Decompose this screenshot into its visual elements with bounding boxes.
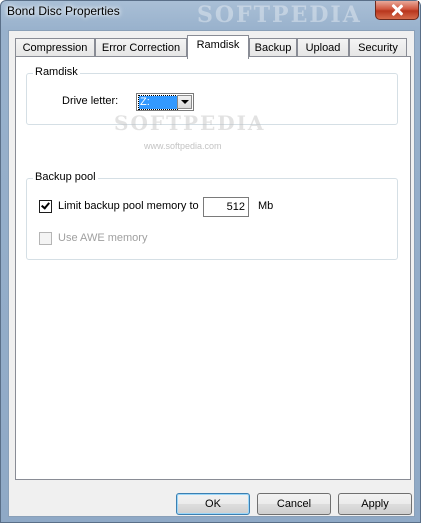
drive-letter-select[interactable]: Z: (136, 93, 194, 111)
ramdisk-group-label: Ramdisk (33, 66, 80, 78)
checkmark-icon (41, 200, 50, 210)
tab-backup[interactable]: Backup (249, 38, 297, 58)
close-icon (391, 4, 403, 16)
close-button[interactable] (375, 1, 419, 20)
drive-letter-dropdown-button[interactable] (177, 95, 192, 109)
cancel-button[interactable]: Cancel (257, 493, 331, 515)
drive-letter-value: Z: (138, 95, 178, 110)
content-watermark: SOFTPEDIA (114, 111, 266, 135)
limit-memory-label[interactable]: Limit backup pool memory to (58, 200, 199, 212)
apply-button[interactable]: Apply (338, 493, 412, 515)
tab-ramdisk[interactable]: Ramdisk (187, 35, 249, 59)
limit-memory-checkbox[interactable] (39, 200, 52, 213)
awe-memory-checkbox[interactable] (39, 232, 52, 245)
drive-letter-label: Drive letter: (62, 95, 119, 107)
tab-strip: Compression Error Correction Ramdisk Bac… (15, 35, 411, 59)
dialog-client-area: Compression Error Correction Ramdisk Bac… (8, 30, 415, 517)
ok-button[interactable]: OK (176, 493, 250, 515)
chevron-down-icon (181, 100, 189, 104)
awe-memory-label: Use AWE memory (58, 232, 148, 244)
memory-limit-input[interactable]: 512 (203, 197, 249, 217)
tab-upload[interactable]: Upload (297, 38, 349, 58)
watermark-url: www.softpedia.com (144, 141, 222, 151)
properties-window: Bond Disc Properties SOFTPEDIA Compressi… (0, 0, 421, 523)
title-bar[interactable]: Bond Disc Properties SOFTPEDIA (1, 1, 420, 28)
tab-error-correction[interactable]: Error Correction (95, 38, 187, 58)
title-watermark: SOFTPEDIA (197, 2, 362, 28)
backup-pool-group-label: Backup pool (33, 171, 98, 183)
ramdisk-tab-panel: Ramdisk Drive letter: Z: SOFTPEDIA www.s… (15, 56, 411, 480)
backup-pool-group: Backup pool Limit backup pool memory to … (26, 171, 398, 260)
memory-unit-label: Mb (258, 200, 274, 212)
tab-compression[interactable]: Compression (15, 38, 95, 58)
window-title: Bond Disc Properties (7, 4, 120, 18)
tab-security[interactable]: Security (349, 38, 407, 58)
